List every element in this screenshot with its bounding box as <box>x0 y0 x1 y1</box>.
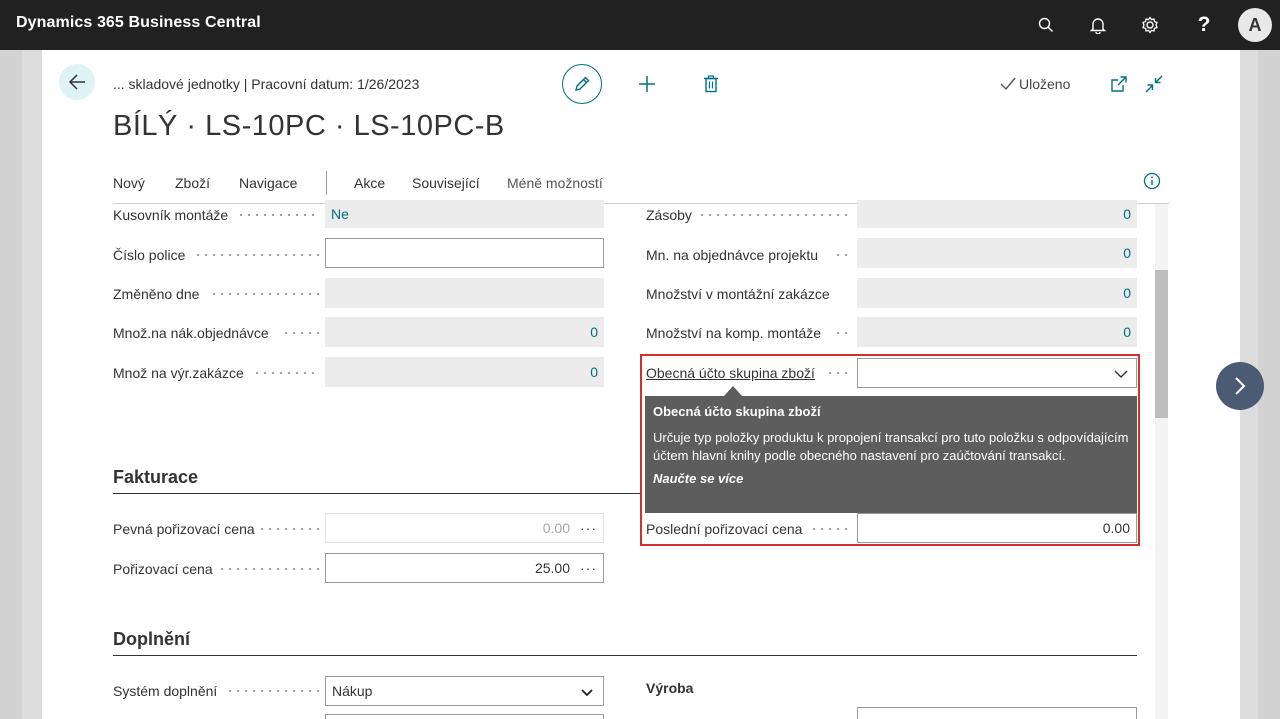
field-label: Číslo police <box>113 247 186 263</box>
saved-label: Uloženo <box>1019 76 1071 92</box>
field-label: Množ na výr.zakázce <box>113 365 244 381</box>
action-separator <box>326 171 327 195</box>
leader-dots <box>698 214 851 216</box>
action-related[interactable]: Související <box>412 175 480 191</box>
leader-dots <box>226 690 319 692</box>
leader-dots <box>237 214 319 216</box>
leader-dots <box>834 332 851 334</box>
leader-dots <box>282 332 319 334</box>
field-label: Změněno dne <box>113 286 200 302</box>
leader-dots <box>210 293 319 295</box>
field-label: Pořizovací cena <box>113 561 213 577</box>
gear-icon[interactable] <box>1134 10 1166 40</box>
delete-icon[interactable] <box>699 72 723 96</box>
unit-cost-value: 25.00 <box>534 560 570 576</box>
field-label: Mn. na objednávce projektu <box>646 247 818 263</box>
avatar[interactable]: A <box>1238 8 1272 42</box>
section-title-invoicing[interactable]: Fakturace <box>113 467 198 488</box>
action-new[interactable]: Nový <box>113 175 145 191</box>
app-title[interactable]: Dynamics 365 Business Central <box>16 14 261 32</box>
next-record-button[interactable] <box>1216 362 1264 410</box>
assembly-bom-field[interactable]: Ne <box>325 200 604 228</box>
production-subheading: Výroba <box>646 680 694 696</box>
replenishment-system-select[interactable]: Nákup <box>325 676 604 706</box>
collapse-icon[interactable] <box>1142 72 1166 96</box>
action-navigate[interactable]: Navigace <box>239 175 297 191</box>
ellipsis-icon[interactable]: ··· <box>580 520 597 536</box>
next-field-input[interactable] <box>325 714 604 719</box>
action-bar: Nový Zboží Navigace Akce Související Mén… <box>113 162 1169 204</box>
leader-dots <box>834 254 851 256</box>
qty-on-job-order-field[interactable]: 0 <box>857 238 1137 268</box>
top-bar: Dynamics 365 Business Central ? A <box>0 0 1280 50</box>
add-icon[interactable] <box>635 72 659 96</box>
checkmark-icon <box>1000 77 1016 91</box>
qty-on-purch-order-field[interactable]: 0 <box>325 317 604 347</box>
replenishment-system-value: Nákup <box>332 683 373 699</box>
qty-on-asm-component-field[interactable]: 0 <box>857 317 1137 347</box>
search-icon[interactable] <box>1030 10 1062 40</box>
field-label: Množství v montážní zakázce <box>646 286 830 302</box>
shelf-no-input[interactable] <box>325 238 604 268</box>
last-modified-field[interactable] <box>325 278 604 308</box>
unit-cost-field[interactable]: 25.00 ··· <box>325 553 604 583</box>
leader-dots <box>194 254 319 256</box>
saved-status: Uloženo <box>1000 76 1070 92</box>
qty-on-assembly-order-field[interactable]: 0 <box>857 278 1137 308</box>
highlight-box <box>640 354 1140 546</box>
help-icon[interactable]: ? <box>1188 10 1220 40</box>
field-label: Množ.na nák.objednávce <box>113 325 269 341</box>
bell-icon[interactable] <box>1082 10 1114 40</box>
qty-on-prod-order-field[interactable]: 0 <box>325 357 604 387</box>
scrollbar-thumb[interactable] <box>1155 270 1168 418</box>
info-icon[interactable] <box>1143 172 1161 195</box>
open-new-window-icon[interactable] <box>1107 72 1131 96</box>
section-divider <box>113 655 1137 656</box>
breadcrumb: ... skladové jednotky | Pracovní datum: … <box>113 76 420 92</box>
field-label: Pevná pořizovací cena <box>113 521 255 537</box>
field-label: Kusovník montáže <box>113 207 229 223</box>
action-item[interactable]: Zboží <box>175 175 210 191</box>
field-label: Množství na komp. montáže <box>646 325 822 341</box>
section-title-replenishment[interactable]: Doplnění <box>113 629 190 650</box>
ellipsis-icon[interactable]: ··· <box>580 560 597 576</box>
standard-cost-value: 0.00 <box>542 520 570 536</box>
action-actions[interactable]: Akce <box>354 175 385 191</box>
leader-dots <box>258 528 319 530</box>
action-fewer-options[interactable]: Méně možností <box>507 175 603 191</box>
section-divider <box>113 493 640 494</box>
next-field-input[interactable] <box>857 707 1137 719</box>
chevron-right-icon <box>1235 377 1246 395</box>
edit-button[interactable] <box>562 64 602 104</box>
standard-cost-field[interactable]: 0.00 ··· <box>325 513 604 543</box>
leader-dots <box>218 568 319 570</box>
inventory-field[interactable]: 0 <box>857 200 1137 228</box>
page-title: BÍLÝ · LS-10PC · LS-10PC-B <box>113 110 505 142</box>
field-label: Systém doplnění <box>113 683 218 699</box>
backdrop-panel-left <box>22 50 42 719</box>
field-label: Zásoby <box>646 207 692 223</box>
leader-dots <box>253 372 319 374</box>
chevron-down-icon[interactable] <box>581 685 593 701</box>
back-button[interactable] <box>59 64 95 100</box>
